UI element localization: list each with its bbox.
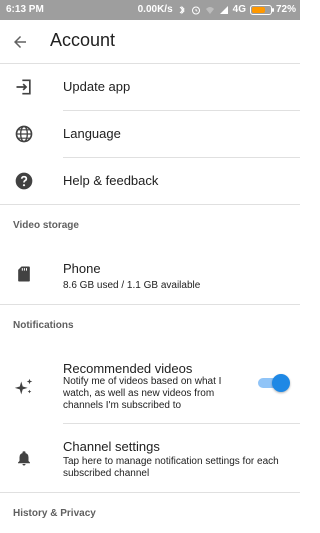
channel-settings-detail: Tap here to manage notification settings… <box>63 456 279 479</box>
recommended-videos-toggle[interactable] <box>258 374 290 392</box>
section-divider <box>0 304 300 305</box>
update-app-label: Update app <box>63 79 131 94</box>
recommended-videos-label: Recommended videos <box>63 361 193 376</box>
phone-storage-detail: 8.6 GB used / 1.1 GB available <box>63 280 201 291</box>
section-divider <box>0 204 300 205</box>
section-header-video-storage: Video storage <box>13 220 79 231</box>
update-app-icon <box>12 75 36 99</box>
sparkle-icon <box>12 375 36 399</box>
language-label: Language <box>63 126 121 141</box>
status-bar: 6:13 PM 0.00K/s 4G 72% <box>0 0 300 20</box>
channel-settings-label: Channel settings <box>63 439 160 454</box>
app-bar: Account <box>0 20 300 64</box>
help-feedback-row[interactable]: Help & feedback <box>0 158 300 204</box>
status-time: 6:13 PM <box>6 4 44 15</box>
battery-icon <box>249 5 274 15</box>
toggle-thumb <box>272 374 290 392</box>
battery-percent: 72% <box>275 4 296 15</box>
section-divider <box>0 492 300 493</box>
globe-icon <box>12 122 36 146</box>
sd-card-icon <box>12 262 36 286</box>
signal-icon <box>219 5 229 15</box>
back-button[interactable] <box>6 28 34 56</box>
language-row[interactable]: Language <box>0 111 300 157</box>
network-type: 4G <box>232 4 246 15</box>
battery-fill <box>251 7 265 13</box>
arrow-back-icon <box>14 36 26 48</box>
recommended-videos-row[interactable]: Recommended videos Notify me of videos b… <box>0 355 300 423</box>
update-app-row[interactable]: Update app <box>0 64 300 110</box>
phone-storage-label: Phone <box>63 261 101 276</box>
help-icon <box>12 169 36 193</box>
help-feedback-label: Help & feedback <box>63 173 159 188</box>
phone-storage-row[interactable]: Phone 8.6 GB used / 1.1 GB available <box>0 248 300 304</box>
alarm-icon <box>191 5 201 15</box>
bell-icon <box>12 446 36 470</box>
channel-settings-row[interactable]: Channel settings Tap here to manage noti… <box>0 424 300 490</box>
wifi-off-icon <box>205 5 215 15</box>
page-title: Account <box>50 30 116 50</box>
network-speed: 0.00K/s <box>137 4 173 15</box>
status-right-group: 0.00K/s 4G 72% <box>138 0 296 20</box>
recommended-videos-detail: Notify me of videos based on what I watc… <box>63 376 222 411</box>
bluetooth-icon <box>177 5 187 15</box>
section-header-notifications: Notifications <box>13 320 74 331</box>
section-header-history-privacy: History & Privacy <box>13 508 96 519</box>
